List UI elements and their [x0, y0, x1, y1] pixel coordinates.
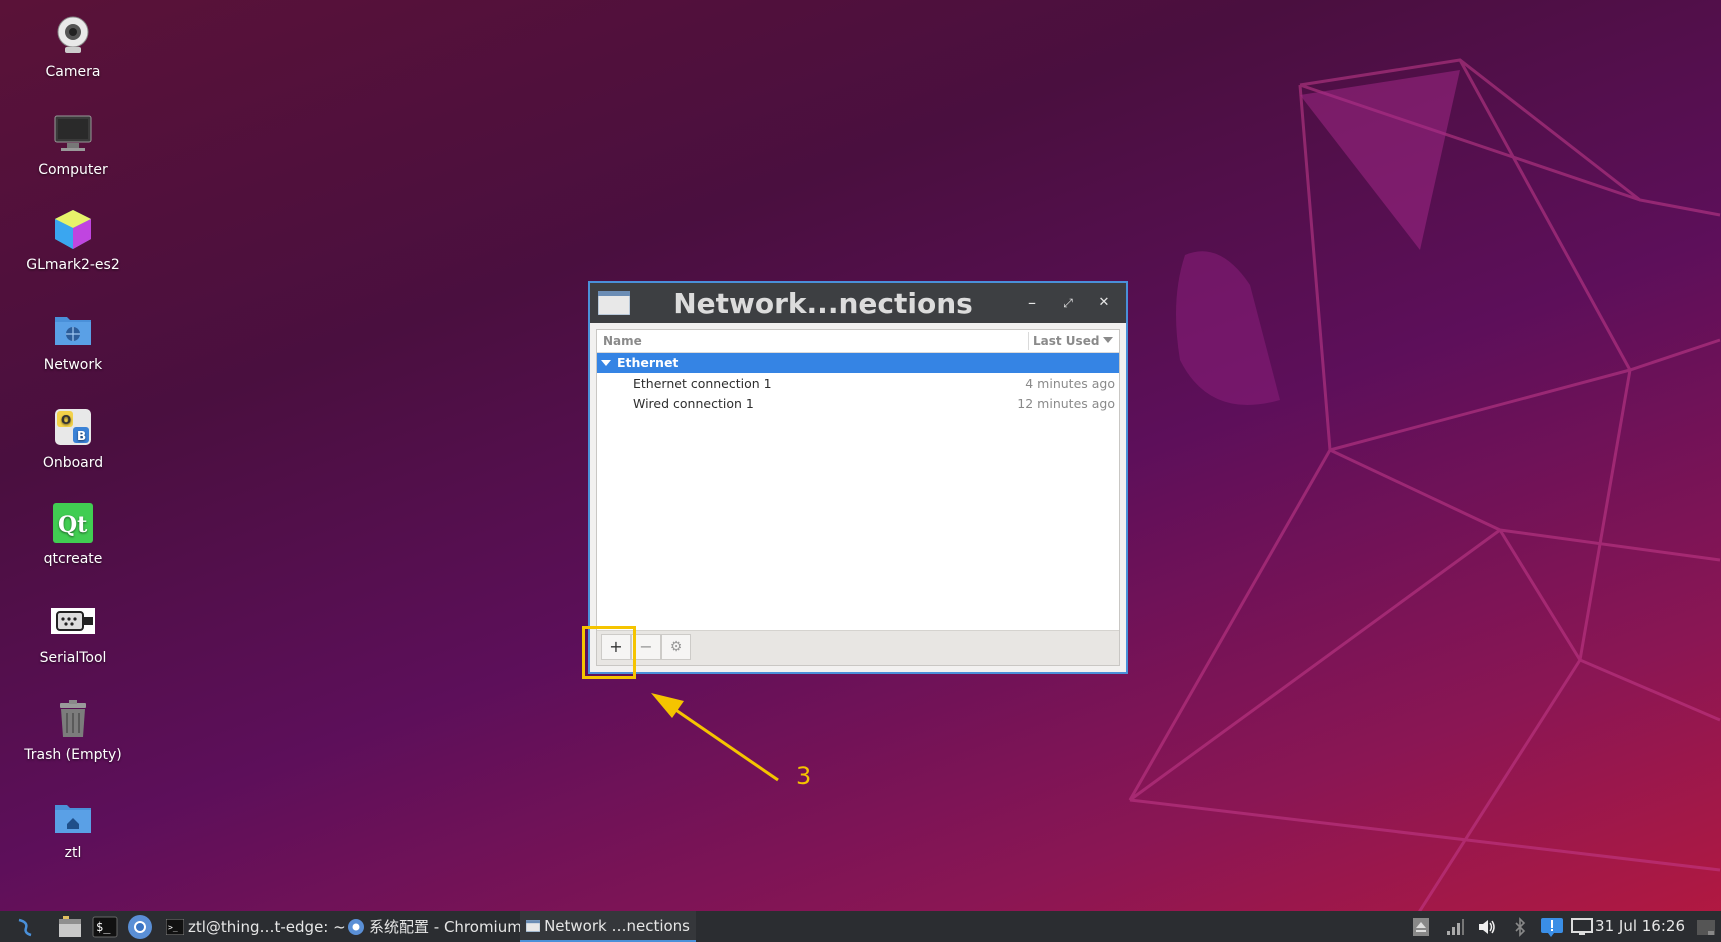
sort-descending-icon[interactable] [1103, 336, 1113, 344]
desktop-icon-label: Onboard [42, 455, 104, 471]
start-menu-button[interactable] [14, 911, 36, 942]
desktop-icon-label: Camera [45, 64, 101, 80]
clock[interactable]: 31 Jul 16:26 [1595, 911, 1685, 942]
cube-icon [55, 210, 91, 249]
desktop-icon-label: ztl [64, 845, 82, 861]
quicklaunch-chromium[interactable] [127, 911, 153, 942]
task-label: 系统配置 - Chromium [369, 918, 522, 936]
desktop-icon-onboard[interactable]: O B Onboard [18, 405, 128, 471]
desktop-icon-qtcreate[interactable]: Qt qtcreate [18, 501, 128, 567]
desktop-icon-trash[interactable]: Trash (Empty) [18, 697, 128, 763]
desktop-icon-label: Network [43, 357, 103, 373]
list-item[interactable]: Wired connection 1 12 minutes ago [597, 393, 1119, 413]
desktop-icon-computer[interactable]: Computer [18, 112, 128, 178]
annotation-highlight-box [582, 626, 636, 679]
list-toolbar: + − ⚙ [597, 630, 1119, 665]
column-header-last-used[interactable]: Last Used [1033, 334, 1099, 348]
network-folder-icon [55, 317, 91, 345]
column-separator [1028, 332, 1029, 350]
desktop-icon-glmark[interactable]: GLmark2-es2 [18, 207, 128, 273]
expand-arrow-icon[interactable] [601, 359, 611, 367]
list-item[interactable]: Ethernet connection 1 4 minutes ago [597, 373, 1119, 393]
start-menu-icon [18, 918, 32, 936]
task-label: ztl@thing…t-edge: ~ [188, 917, 346, 936]
svg-text:O: O [61, 413, 71, 427]
window-app-icon [526, 919, 541, 932]
desktop-icon-home[interactable]: ztl [18, 795, 128, 861]
connection-last-used: 4 minutes ago [1025, 376, 1115, 391]
edit-connection-button[interactable]: ⚙ [661, 634, 691, 660]
terminal-icon: >_ [166, 918, 184, 935]
list-header: Name Last Used [597, 330, 1119, 353]
window-title: Network...nections [673, 287, 973, 320]
group-row-ethernet[interactable]: Ethernet [597, 353, 1119, 373]
maximize-button[interactable]: ⤢ [1056, 291, 1080, 315]
desktop-icon-label: qtcreate [43, 551, 103, 567]
svg-text:Qt: Qt [58, 512, 88, 538]
task-label: Network …nections [544, 916, 690, 935]
window-titlebar[interactable]: Network...nections – ⤢ ✕ [590, 283, 1126, 323]
desktop-icon-network[interactable]: Network [18, 307, 128, 373]
home-folder-icon [55, 805, 91, 833]
wired-network-icon[interactable] [1571, 917, 1593, 937]
task-terminal[interactable]: >_ ztl@thing…t-edge: ~ [160, 911, 352, 942]
network-connections-window[interactable]: Network...nections – ⤢ ✕ Name Last Used … [588, 281, 1128, 674]
taskbar: $_ >_ ztl@thing…t-edge: ~ 系统配置 - Chromiu… [0, 911, 1721, 942]
eject-icon[interactable] [1411, 917, 1431, 937]
show-desktop-icon[interactable] [1696, 917, 1716, 937]
notification-icon[interactable] [1539, 917, 1565, 937]
group-label: Ethernet [617, 355, 679, 370]
task-chromium[interactable]: 系统配置 - Chromium [341, 911, 528, 942]
serial-port-icon [51, 608, 95, 634]
keyboard-icon: O B [55, 409, 91, 445]
desktop-icon-label: Trash (Empty) [24, 747, 122, 763]
close-button[interactable]: ✕ [1092, 291, 1116, 315]
desktop-icon-label: Computer [38, 162, 108, 178]
camera-icon [57, 16, 89, 53]
terminal-icon: $_ [92, 916, 118, 937]
minimize-button[interactable]: – [1020, 291, 1044, 315]
qt-icon: Qt [53, 503, 93, 543]
network-signal-icon[interactable] [1445, 917, 1465, 937]
quicklaunch-files[interactable] [57, 911, 83, 942]
annotation-step-number: 3 [796, 762, 812, 790]
desktop-icon-serialtool[interactable]: SerialTool [18, 600, 128, 666]
desktop-icon-label: GLmark2-es2 [26, 257, 120, 273]
desktop-icon-camera[interactable]: Camera [18, 14, 128, 80]
volume-icon[interactable] [1477, 917, 1497, 937]
column-header-name[interactable]: Name [603, 334, 642, 348]
file-manager-icon [59, 915, 81, 937]
chromium-icon [348, 918, 364, 935]
connection-name: Wired connection 1 [633, 396, 754, 411]
desktop-icon-label: SerialTool [39, 650, 107, 666]
trash-icon [60, 700, 86, 737]
svg-text:$_: $_ [96, 920, 111, 934]
chromium-icon [128, 914, 152, 939]
svg-text:B: B [77, 429, 86, 443]
connection-name: Ethernet connection 1 [633, 376, 772, 391]
quicklaunch-terminal[interactable]: $_ [92, 911, 118, 942]
connections-list[interactable]: Name Last Used Ethernet Ethernet connect… [596, 329, 1120, 666]
computer-icon [54, 115, 92, 151]
svg-text:>_: >_ [168, 923, 178, 932]
connection-last-used: 12 minutes ago [1017, 396, 1115, 411]
bluetooth-icon[interactable] [1510, 917, 1530, 937]
task-network-connections[interactable]: Network …nections [520, 911, 696, 942]
